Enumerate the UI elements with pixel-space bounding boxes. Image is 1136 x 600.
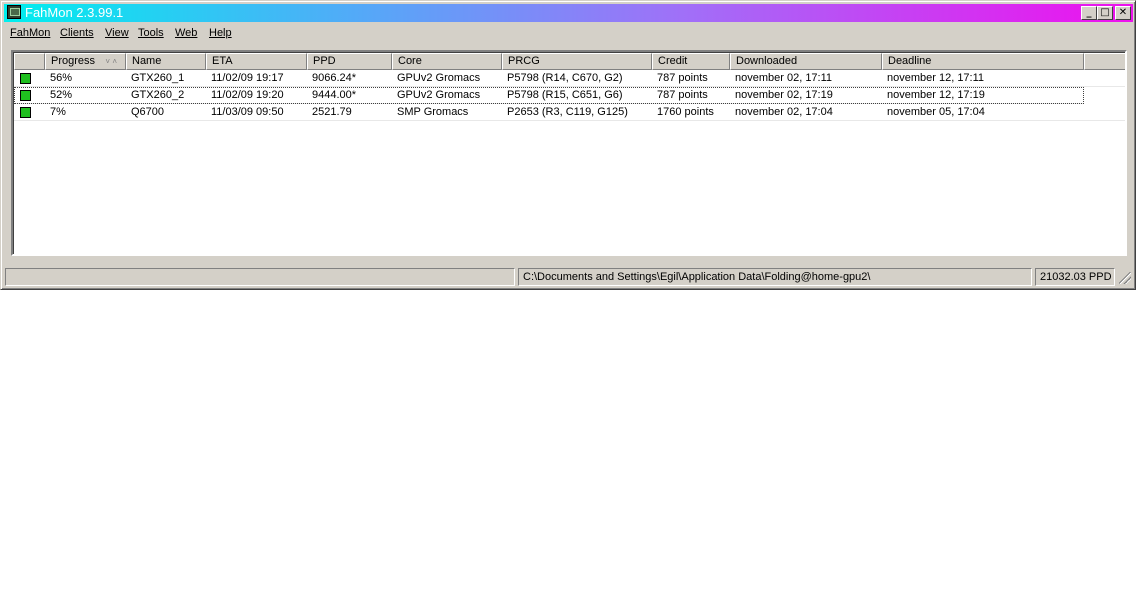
credit-cell: 787 points xyxy=(657,89,708,101)
progress-cell: 56% xyxy=(50,72,73,84)
menu-bar: FahMon Clients View Tools Web Help xyxy=(4,24,1133,42)
eta-cell: 11/02/09 19:17 xyxy=(211,72,284,84)
credit-cell: 1760 points xyxy=(657,106,714,118)
table-row[interactable]: 56% GTX260_1 11/02/09 19:17 9066.24* GPU… xyxy=(14,70,1125,87)
name-cell: GTX260_1 xyxy=(131,72,185,84)
name-cell: GTX260_2 xyxy=(131,89,185,101)
name-cell: Q6700 xyxy=(131,106,165,118)
column-header-deadline[interactable]: Deadline xyxy=(882,53,1084,70)
column-header-status[interactable] xyxy=(14,53,45,70)
column-header-prcg[interactable]: PRCG xyxy=(502,53,652,70)
status-bar: C:\Documents and Settings\Egil\Applicati… xyxy=(4,268,1133,287)
minimize-button[interactable]: _ xyxy=(1081,6,1097,20)
core-cell: GPUv2 Gromacs xyxy=(397,89,481,101)
fahmon-app-icon[interactable] xyxy=(7,5,21,19)
column-header-progress-label: Progress xyxy=(51,55,96,67)
column-header-credit[interactable]: Credit xyxy=(652,53,730,70)
status-message xyxy=(5,268,515,286)
total-ppd-label: 21032.03 PPD xyxy=(1035,268,1115,286)
menu-view[interactable]: View xyxy=(105,24,129,42)
progress-cell: 7% xyxy=(50,106,66,118)
downloaded-cell: november 02, 17:04 xyxy=(735,106,833,118)
client-status-icon xyxy=(20,107,31,118)
prcg-cell: P5798 (R14, C670, G2) xyxy=(507,72,623,84)
progress-cell: 52% xyxy=(50,89,73,101)
menu-tools[interactable]: Tools xyxy=(138,24,164,42)
prcg-cell: P2653 (R3, C119, G125) xyxy=(507,106,628,118)
menu-fahmon[interactable]: FahMon xyxy=(10,24,50,42)
column-header-downloaded[interactable]: Downloaded xyxy=(730,53,882,70)
prcg-cell: P5798 (R15, C651, G6) xyxy=(507,89,623,101)
deadline-cell: november 12, 17:11 xyxy=(887,72,985,84)
eta-cell: 11/02/09 19:20 xyxy=(211,89,284,101)
column-header-ppd[interactable]: PPD xyxy=(307,53,392,70)
deadline-cell: november 05, 17:04 xyxy=(887,106,985,118)
table-row[interactable]: 52% GTX260_2 11/02/09 19:20 9444.00* GPU… xyxy=(14,87,1084,104)
menu-help[interactable]: Help xyxy=(209,24,232,42)
sort-arrow-icon: ˅ ˄ xyxy=(105,57,117,66)
credit-cell: 787 points xyxy=(657,72,708,84)
column-header-filler xyxy=(1084,53,1125,70)
maximize-button[interactable]: □ xyxy=(1097,6,1113,20)
clients-list[interactable]: Progress ˅ ˄ Name ETA PPD Core PRCG Cred… xyxy=(11,50,1127,256)
column-header-eta[interactable]: ETA xyxy=(206,53,307,70)
list-header: Progress ˅ ˄ Name ETA PPD Core PRCG Cred… xyxy=(14,53,1125,70)
fahmon-window: FahMon 2.3.99.1 _ □ ✕ FahMon Clients Vie… xyxy=(0,0,1136,290)
client-status-icon xyxy=(20,73,31,84)
core-cell: SMP Gromacs xyxy=(397,106,469,118)
column-header-progress[interactable]: Progress ˅ ˄ xyxy=(45,53,126,70)
core-cell: GPUv2 Gromacs xyxy=(397,72,481,84)
window-title: FahMon 2.3.99.1 xyxy=(25,5,124,20)
downloaded-cell: november 02, 17:19 xyxy=(735,89,833,101)
deadline-cell: november 12, 17:19 xyxy=(887,89,985,101)
client-status-icon xyxy=(20,90,31,101)
ppd-cell: 9444.00* xyxy=(312,89,357,101)
column-header-core[interactable]: Core xyxy=(392,53,502,70)
ppd-cell: 9066.24* xyxy=(312,72,357,84)
column-header-name[interactable]: Name xyxy=(126,53,206,70)
menu-web[interactable]: Web xyxy=(175,24,197,42)
downloaded-cell: november 02, 17:11 xyxy=(735,72,833,84)
resize-grip-icon[interactable] xyxy=(1119,272,1131,284)
close-button[interactable]: ✕ xyxy=(1115,6,1131,20)
ppd-cell: 2521.79 xyxy=(312,106,352,118)
menu-clients[interactable]: Clients xyxy=(60,24,94,42)
table-row[interactable]: 7% Q6700 11/03/09 09:50 2521.79 SMP Grom… xyxy=(14,104,1125,121)
client-path-label: C:\Documents and Settings\Egil\Applicati… xyxy=(518,268,1032,286)
eta-cell: 11/03/09 09:50 xyxy=(211,106,284,118)
title-bar[interactable]: FahMon 2.3.99.1 _ □ ✕ xyxy=(4,4,1133,22)
